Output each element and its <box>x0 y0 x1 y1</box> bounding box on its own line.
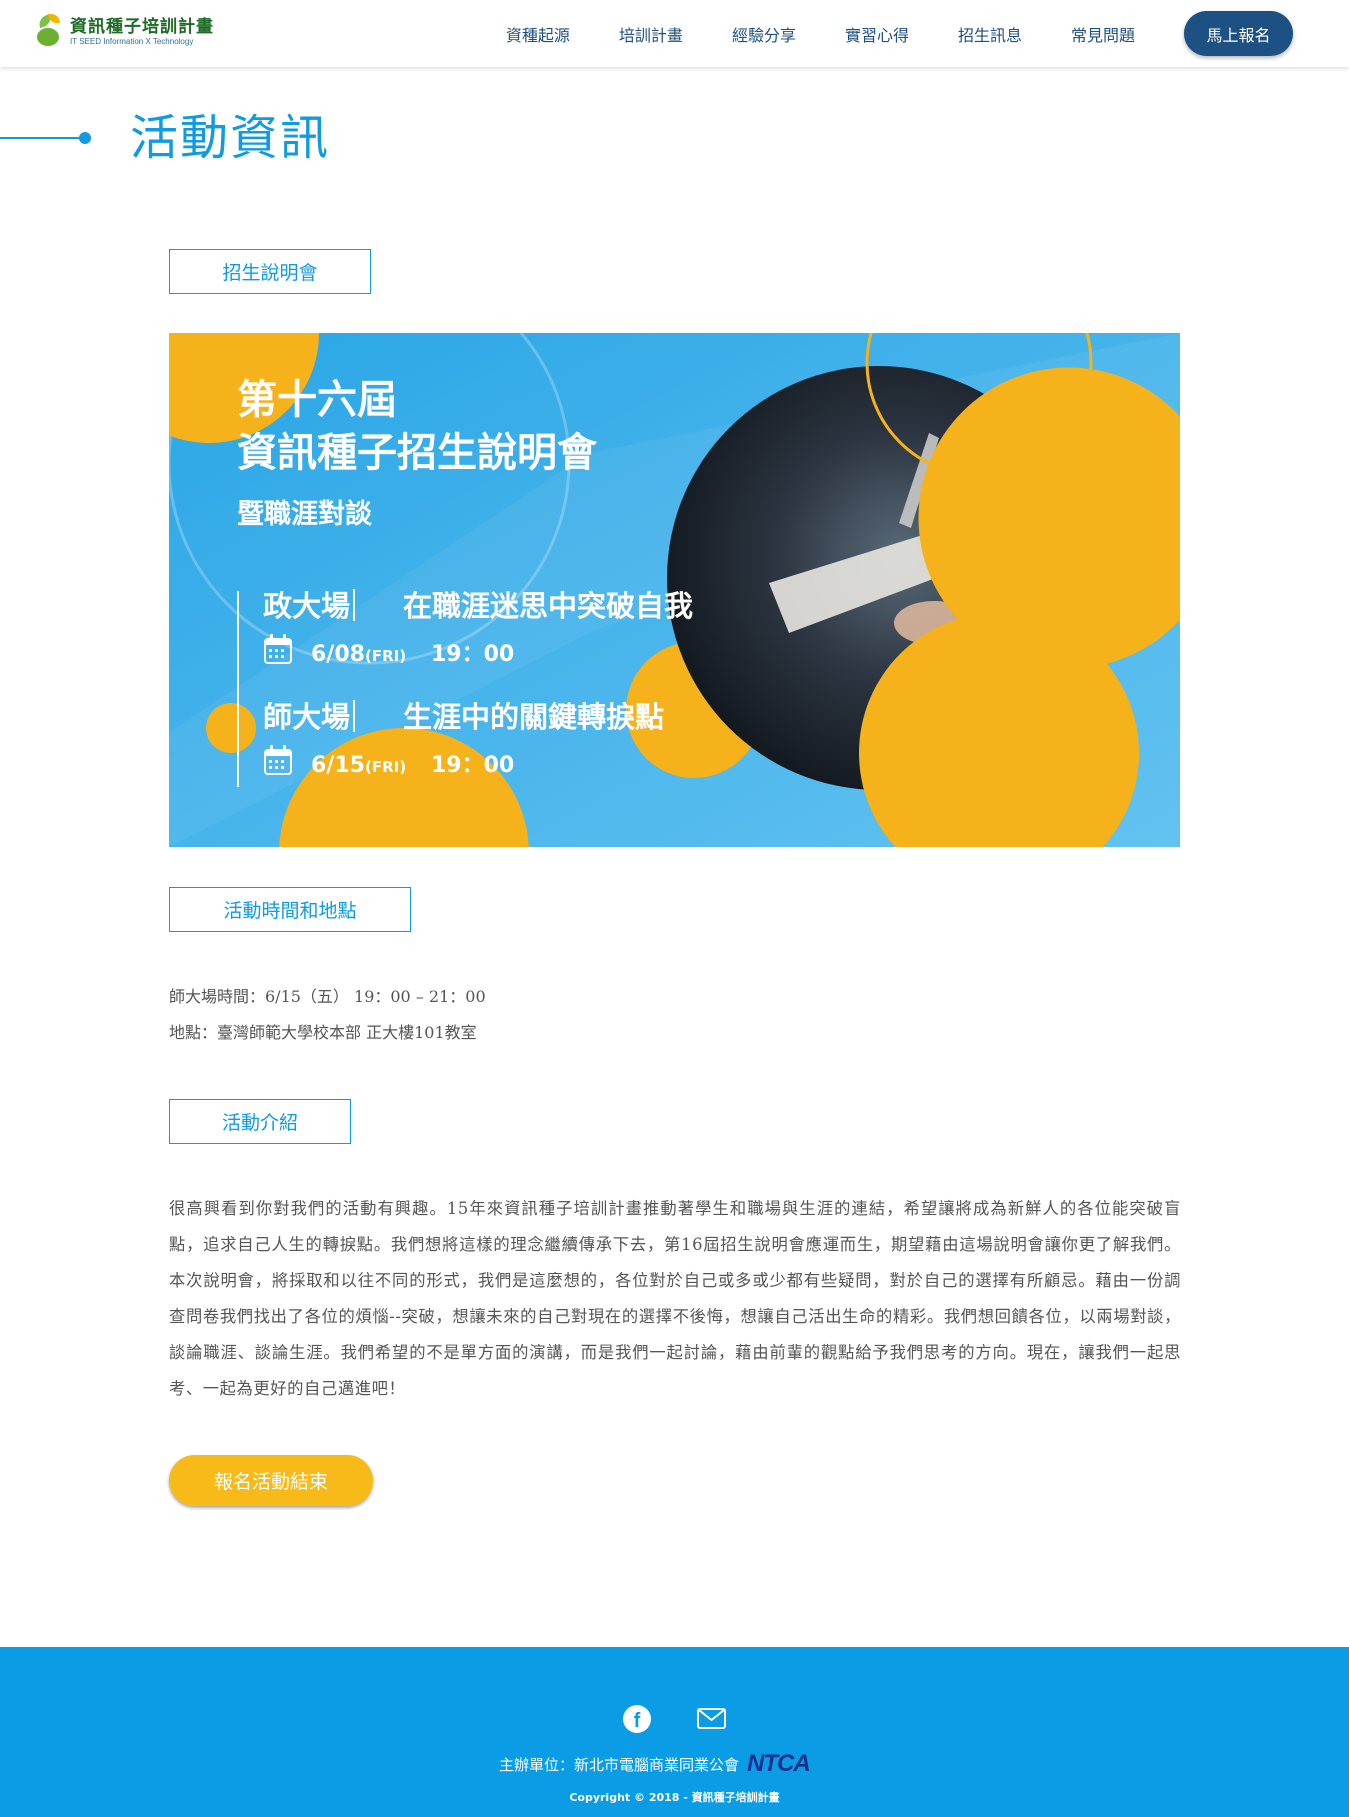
banner-session1-venue: 政大場 <box>263 589 350 623</box>
page-title: 活動資訊 <box>130 110 331 166</box>
site-footer: f 主辦單位：新北市電腦商業同業公會 NTCA Copyright © 2018… <box>0 1647 1349 1817</box>
banner-session1-topic: 在職涯迷思中突破自我 <box>403 589 693 623</box>
title-decoration-dot <box>79 132 91 144</box>
section-label-briefing: 招生說明會 <box>169 249 371 294</box>
banner-session2-venue: 師大場 <box>263 700 350 734</box>
event-time-text: 師大場時間：6/15（五） 19：00 – 21：00 <box>169 987 486 1006</box>
banner-session2-time: 19：00 <box>431 753 514 778</box>
nav-item-admission[interactable]: 招生訊息 <box>958 22 1022 46</box>
mail-icon[interactable] <box>697 1708 726 1729</box>
event-place-text: 地點：臺灣師範大學校本部 正大樓101教室 <box>169 1023 477 1042</box>
nav-item-experience[interactable]: 經驗分享 <box>732 22 796 46</box>
event-intro-paragraph: 很高興看到你對我們的活動有興趣。15年來資訊種子培訓計畫推動著學生和職場與生涯的… <box>169 1199 1181 1398</box>
section-label-intro: 活動介紹 <box>169 1099 351 1144</box>
banner-title-line3: 暨職涯對談 <box>237 498 373 530</box>
site-logo[interactable]: 資訊種子培訓計畫 IT SEED Information X Technolog… <box>34 13 214 50</box>
banner-title-line1: 第十六屆 <box>237 377 397 423</box>
main-nav: 資種起源 培訓計畫 經驗分享 實習心得 招生訊息 常見問題 馬上報名 <box>506 0 1349 67</box>
nav-item-training-plan[interactable]: 培訓計畫 <box>619 22 683 46</box>
organizer-text: 主辦單位：新北市電腦商業同業公會 <box>499 1755 740 1774</box>
banner-session2-topic: 生涯中的關鍵轉捩點 <box>403 700 664 734</box>
banner-session1-day: (FRI) <box>365 647 406 665</box>
title-decoration-line <box>0 137 82 139</box>
nav-item-faq[interactable]: 常見問題 <box>1071 22 1135 46</box>
banner-session2-date: 6/15 <box>311 753 365 778</box>
footer-organizer: 主辦單位：新北市電腦商業同業公會 NTCA <box>499 1750 811 1778</box>
seed-logo-icon <box>34 13 64 50</box>
copyright-text: Copyright © 2018 - 資訊種子培訓計畫 <box>569 1791 780 1804</box>
signup-now-button[interactable]: 馬上報名 <box>1184 11 1293 56</box>
banner-session2-day: (FRI) <box>365 758 406 776</box>
site-header: 資訊種子培訓計畫 IT SEED Information X Technolog… <box>0 0 1349 67</box>
registration-ended-button[interactable]: 報名活動結束 <box>169 1455 373 1506</box>
nav-item-origin[interactable]: 資種起源 <box>506 22 570 46</box>
banner-session1-date: 6/08 <box>311 642 365 667</box>
logo-title: 資訊種子培訓計畫 <box>70 17 214 37</box>
ntca-logo: NTCA <box>747 1750 811 1777</box>
nav-item-internship[interactable]: 實習心得 <box>845 22 909 46</box>
section-label-time-place: 活動時間和地點 <box>169 887 411 932</box>
event-banner-image: 第十六屆 資訊種子招生說明會 暨職涯對談 政大場 在職涯迷思中突破自我 6/08… <box>169 333 1180 847</box>
banner-title-line2: 資訊種子招生說明會 <box>237 430 598 476</box>
banner-session1-time: 19：00 <box>431 642 514 667</box>
facebook-icon[interactable]: f <box>623 1705 651 1733</box>
logo-subtitle: IT SEED Information X Technology <box>70 37 194 46</box>
